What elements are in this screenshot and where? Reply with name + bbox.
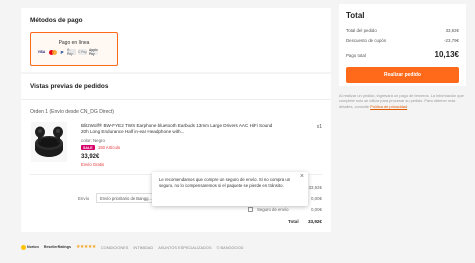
apple-pay-logo: Apple Pay — [89, 48, 98, 56]
payment-logos: VISA P G Pay C Pay Apple Pay — [37, 48, 98, 56]
sale-badge: SALE — [81, 145, 95, 150]
summary-card: Total Total del pedido 33,92€ Descuento … — [339, 4, 466, 86]
product-image[interactable] — [31, 122, 67, 162]
rating-stars-icon: ★★★★★ — [75, 244, 96, 250]
place-order-button[interactable]: Realizar pedido — [346, 67, 459, 83]
footer-link-specialized[interactable]: ASUNTOS ESPECIALIZADOS — [158, 245, 211, 250]
footer: Norton ResellerRatings ★★★★★ CONDICIONES… — [21, 244, 243, 250]
shipping-label: Envío — [78, 196, 90, 201]
footer-link-privacy[interactable]: INTIMIDAD — [133, 245, 153, 250]
online-payment-option[interactable]: Pago en línea VISA P G Pay C Pay Apple P… — [30, 32, 118, 66]
payment-total: Pago total 10,13€ — [346, 50, 459, 59]
footer-copyright: © BANGGOOD — [216, 244, 244, 250]
payment-total-label: Pago total — [346, 53, 366, 58]
order-total-value: 33,92€ — [445, 28, 459, 33]
order-total-label: Total del pedido — [346, 28, 377, 33]
insurance-cost: 0,00€ — [311, 207, 322, 212]
summary-title: Total — [346, 11, 365, 20]
coupon-discount-value: -23,79€ — [444, 38, 459, 43]
product-color: color: Negro — [81, 138, 105, 143]
summary-row: Total del pedido 33,92€ — [346, 28, 459, 33]
product-name[interactable]: BlitzWolf® BW-FYE2 TWS Earphone bluetoot… — [81, 123, 281, 136]
visa-logo: VISA — [37, 50, 46, 54]
insurance-label: Seguro de envío — [257, 207, 289, 212]
tooltip-text: Le recomendamos que compre un seguro de … — [159, 177, 291, 188]
payment-methods-card: Métodos de pago Pago en línea VISA P G P… — [21, 8, 331, 72]
insurance-tooltip: Le recomendamos que compre un seguro de … — [152, 172, 308, 206]
divider — [21, 99, 331, 100]
norton-badge[interactable]: Norton — [21, 244, 39, 250]
payment-total-value: 10,13€ — [434, 50, 459, 59]
product-price: 33,92€ — [81, 154, 100, 160]
online-payment-label: Pago en línea — [58, 40, 90, 46]
footer-link-conditions[interactable]: CONDICIONES — [101, 245, 128, 250]
subtotal-value: 33,92€ — [308, 185, 322, 190]
paypal-logo: P — [60, 49, 64, 55]
card-pay-logo: C Pay — [78, 49, 87, 55]
summary-row: Descuento de cupón -23,79€ — [346, 38, 459, 43]
reseller-ratings-badge[interactable]: ResellerRatings — [44, 245, 71, 249]
close-icon[interactable]: × — [300, 173, 304, 180]
earbuds-image — [35, 126, 63, 157]
product-quantity: x1 — [316, 124, 322, 130]
coupon-discount-label: Descuento de cupón — [346, 38, 387, 43]
order-total-value: 33,92€ — [307, 219, 322, 224]
norton-check-icon — [21, 244, 26, 250]
stock-left-label: 150 Artículo — [98, 145, 121, 150]
payment-methods-title: Métodos de pago — [30, 17, 83, 24]
insurance-checkbox[interactable] — [248, 207, 253, 212]
order-preview-card: Vistas previas de pedidos Orden 1 (Envío… — [21, 74, 331, 232]
norton-label: Norton — [27, 245, 39, 249]
legal-notice: Al realizar un pedido, ingresará un pago… — [339, 93, 466, 109]
free-shipping-label: Envío Gratis — [81, 162, 105, 167]
shipping-cost: 0,00€ — [311, 196, 322, 201]
order-preview-title: Vistas previas de pedidos — [30, 83, 109, 90]
order-title: Orden 1 (Envío desde CN_DG Direct) — [30, 109, 114, 115]
privacy-policy-link[interactable]: Política de privacidad — [370, 104, 407, 109]
order-total-label: Total — [288, 219, 299, 224]
google-pay-logo: G Pay — [67, 48, 76, 56]
mastercard-logo — [48, 49, 57, 55]
